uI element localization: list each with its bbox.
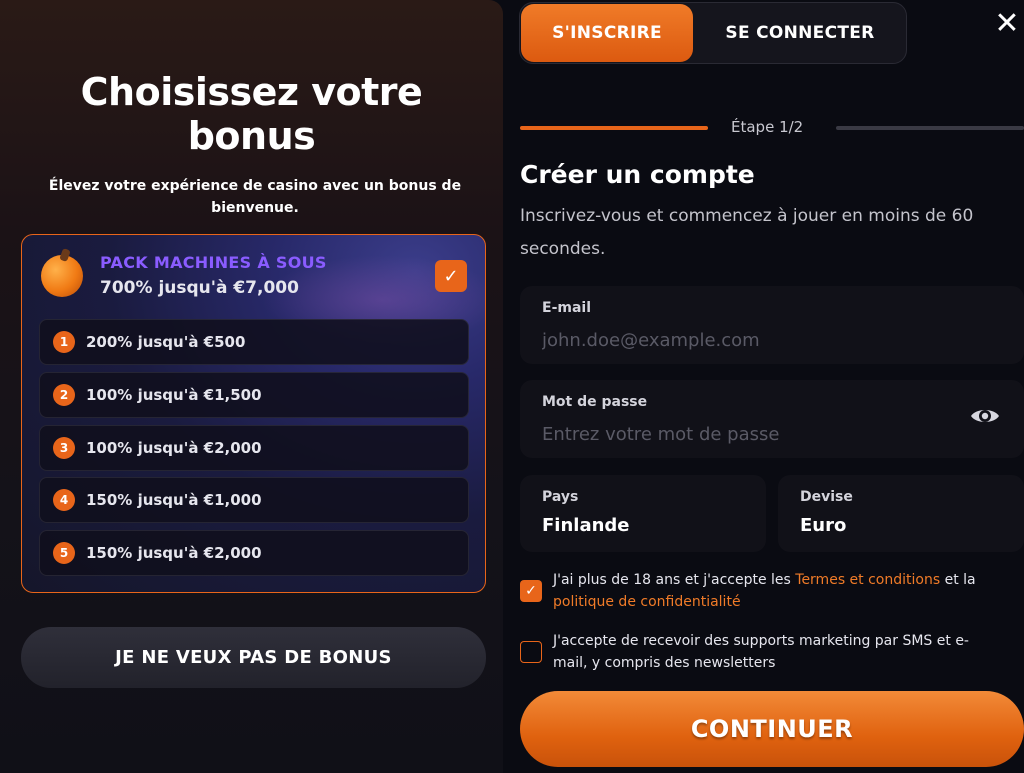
email-label: E-mail (542, 300, 592, 316)
bonus-panel: Choisissez votre bonus Élevez votre expé… (0, 0, 503, 773)
tier-label: 100% jusqu'à €2,000 (86, 439, 262, 457)
bonus-tier-item: 3 100% jusqu'à €2,000 (39, 425, 469, 471)
fruit-icon (41, 255, 83, 297)
tier-number-badge: 2 (53, 384, 75, 406)
pack-selected-checkbox[interactable]: ✓ (435, 260, 467, 292)
terms-consent-text: J'ai plus de 18 ans et j'accepte les Ter… (553, 572, 976, 610)
bonus-tier-item: 2 100% jusqu'à €1,500 (39, 372, 469, 418)
tier-label: 100% jusqu'à €1,500 (86, 386, 262, 404)
currency-label: Devise (800, 489, 853, 505)
bonus-tier-item: 4 150% jusqu'à €1,000 (39, 477, 469, 523)
terms-link[interactable]: Termes et conditions (795, 572, 940, 588)
step-progress-inactive (836, 126, 1024, 130)
close-button[interactable]: ✕ (990, 5, 1024, 41)
email-input[interactable] (542, 326, 942, 354)
checkmark-icon: ✓ (443, 265, 459, 287)
continue-button[interactable]: CONTINUER (520, 691, 1024, 767)
tier-label: 200% jusqu'à €500 (86, 333, 246, 351)
bonus-tier-item: 5 150% jusqu'à €2,000 (39, 530, 469, 576)
close-icon: ✕ (994, 5, 1020, 41)
country-value: Finlande (542, 515, 630, 536)
bonus-pack-card[interactable]: PACK MACHINES À SOUS 700% jusqu'à €7,000… (21, 234, 486, 593)
country-label: Pays (542, 489, 579, 505)
tier-label: 150% jusqu'à €2,000 (86, 544, 262, 562)
marketing-consent-text: J'accepte de recevoir des supports marke… (553, 633, 969, 671)
tab-login[interactable]: SE CONNECTER (695, 4, 905, 62)
password-field[interactable]: Mot de passe (520, 380, 1024, 458)
step-label: Étape 1/2 (731, 118, 804, 136)
terms-checkbox[interactable]: ✓ (520, 580, 542, 602)
password-label: Mot de passe (542, 394, 648, 410)
pack-amount: 700% jusqu'à €7,000 (100, 278, 299, 298)
bonus-tier-item: 1 200% jusqu'à €500 (39, 319, 469, 365)
email-field[interactable]: E-mail (520, 286, 1024, 364)
tier-number-badge: 4 (53, 489, 75, 511)
form-description: Inscrivez-vous et commencez à jouer en m… (520, 206, 974, 259)
country-select[interactable]: Pays Finlande (520, 475, 766, 552)
eye-icon[interactable] (970, 406, 1000, 426)
checkmark-icon: ✓ (525, 583, 537, 599)
currency-value: Euro (800, 515, 847, 536)
auth-tabs: S'INSCRIRE SE CONNECTER (519, 2, 907, 64)
tier-number-badge: 3 (53, 437, 75, 459)
tab-signup[interactable]: S'INSCRIRE (521, 4, 693, 62)
pack-title: PACK MACHINES À SOUS (100, 253, 327, 272)
step-progress-active (520, 126, 708, 130)
form-title: Créer un compte (520, 160, 755, 189)
tier-number-badge: 1 (53, 331, 75, 353)
password-input[interactable] (542, 420, 942, 448)
tier-label: 150% jusqu'à €1,000 (86, 491, 262, 509)
privacy-policy-link[interactable]: politique de confidentialité (553, 594, 741, 610)
tier-number-badge: 5 (53, 542, 75, 564)
no-bonus-button[interactable]: JE NE VEUX PAS DE BONUS (21, 627, 486, 688)
bonus-panel-title: Choisissez votre bonus (80, 70, 423, 158)
bonus-panel-subtitle: Élevez votre expérience de casino avec u… (48, 178, 462, 216)
currency-select[interactable]: Devise Euro (778, 475, 1024, 552)
marketing-checkbox[interactable] (520, 641, 542, 663)
